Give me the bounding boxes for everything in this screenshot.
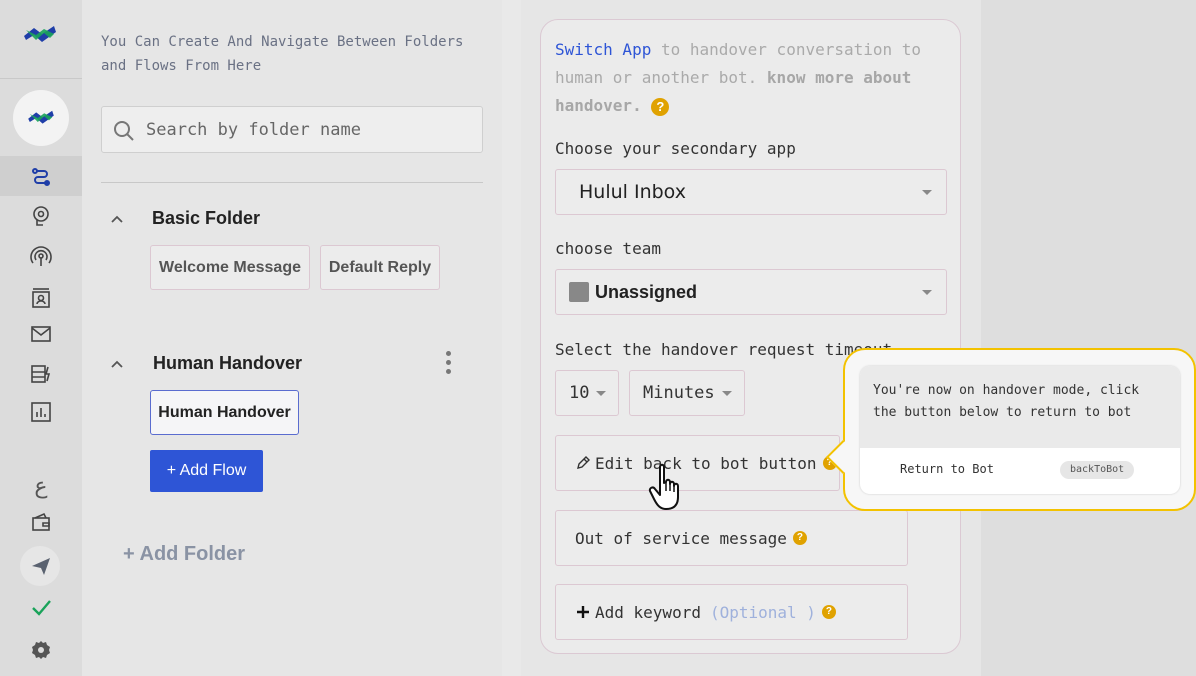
add-flow-button[interactable]: + Add Flow [150,450,263,492]
flow-welcome-message[interactable]: Welcome Message [150,245,310,290]
folders-intro: You Can Create And Navigate Between Fold… [101,34,464,74]
plus-icon [577,606,589,618]
right-gutter [981,0,1196,676]
back-to-bot-preview: You're now on handover mode, click the b… [826,348,1196,511]
out-of-service-button[interactable]: Out of service message ? [555,510,908,566]
team-select[interactable]: Unassigned [555,269,947,315]
add-keyword-label: Add keyword [595,602,701,622]
switch-app-link[interactable]: Switch App [555,40,651,59]
mail-icon[interactable] [29,322,53,346]
pointer-hand-icon [648,463,679,510]
out-of-service-label: Out of service message [575,528,787,548]
folder-menu-icon[interactable] [443,351,453,377]
caret-down-icon [922,290,932,295]
handover-panel: Switch App to handover conversation to h… [521,0,981,676]
preview-message: You're now on handover mode, click the b… [860,366,1180,448]
wallet-icon[interactable] [29,510,53,534]
folder-title-basic[interactable]: Basic Folder [152,208,260,229]
timeout-unit: Minutes [643,383,715,403]
logo-icon[interactable] [20,20,60,50]
send-icon[interactable] [29,554,53,578]
rail-divider [0,78,82,79]
settings-icon[interactable] [29,638,53,662]
folders-divider [101,182,483,183]
flow-human-handover[interactable]: Human Handover [150,390,299,435]
timeout-value-select[interactable]: 10 [555,370,619,416]
check-icon[interactable] [29,595,53,619]
help-icon[interactable]: ? [821,605,836,619]
secondary-app-label: Choose your secondary app [555,139,796,158]
caret-down-icon [722,391,732,396]
timeout-value: 10 [569,383,590,403]
flows-icon[interactable] [29,166,53,190]
help-icon[interactable]: ? [792,531,807,545]
preview-card: You're now on handover mode, click the b… [860,366,1180,494]
broadcast-icon[interactable] [29,245,53,269]
add-folder-button[interactable]: + Add Folder [123,543,245,566]
timeout-label: Select the handover request timeout [555,340,893,359]
team-color-swatch [569,282,589,302]
payload-badge: backToBot [1060,461,1135,479]
chevron-up-icon[interactable] [108,355,126,373]
secondary-app-select[interactable]: Hulul Inbox [555,169,947,215]
contacts-icon[interactable] [29,286,53,310]
folders-panel: You Can Create And Navigate Between Fold… [82,0,502,676]
edit-back-to-bot-button[interactable]: Edit back to bot button ? [555,435,840,491]
secondary-app-value: Hulul Inbox [579,181,686,203]
team-value: Unassigned [595,281,698,302]
help-icon[interactable]: ? [651,97,670,116]
handover-intro: Switch App to handover conversation to h… [555,36,925,120]
add-keyword-button[interactable]: Add keyword (Optional ) ? [555,584,908,640]
handover-card: Switch App to handover conversation to h… [540,19,961,654]
search-icon [114,121,134,141]
chevron-up-icon[interactable] [108,210,126,228]
folder-search[interactable] [101,106,483,153]
edit-back-label: Edit back to bot button [595,453,817,473]
analytics-icon[interactable] [29,400,53,424]
arabic-language-icon[interactable]: ع [29,473,53,499]
team-label: choose team [555,239,661,258]
folder-title-human-handover[interactable]: Human Handover [153,353,302,374]
optional-label: (Optional ) [709,602,816,622]
flow-default-reply[interactable]: Default Reply [320,245,440,290]
caret-down-icon [922,190,932,195]
search-input[interactable] [146,116,466,144]
timeout-unit-select[interactable]: Minutes [629,370,745,416]
caret-down-icon [596,391,606,396]
templates-icon[interactable] [29,362,53,386]
workspace-avatar[interactable] [13,90,69,146]
icon-rail: ع [0,0,82,676]
brain-gear-icon[interactable] [29,204,53,228]
language-glyph: ع [34,473,48,499]
return-to-bot-button[interactable]: Return to Bot [900,462,994,476]
pencil-icon [577,456,590,469]
